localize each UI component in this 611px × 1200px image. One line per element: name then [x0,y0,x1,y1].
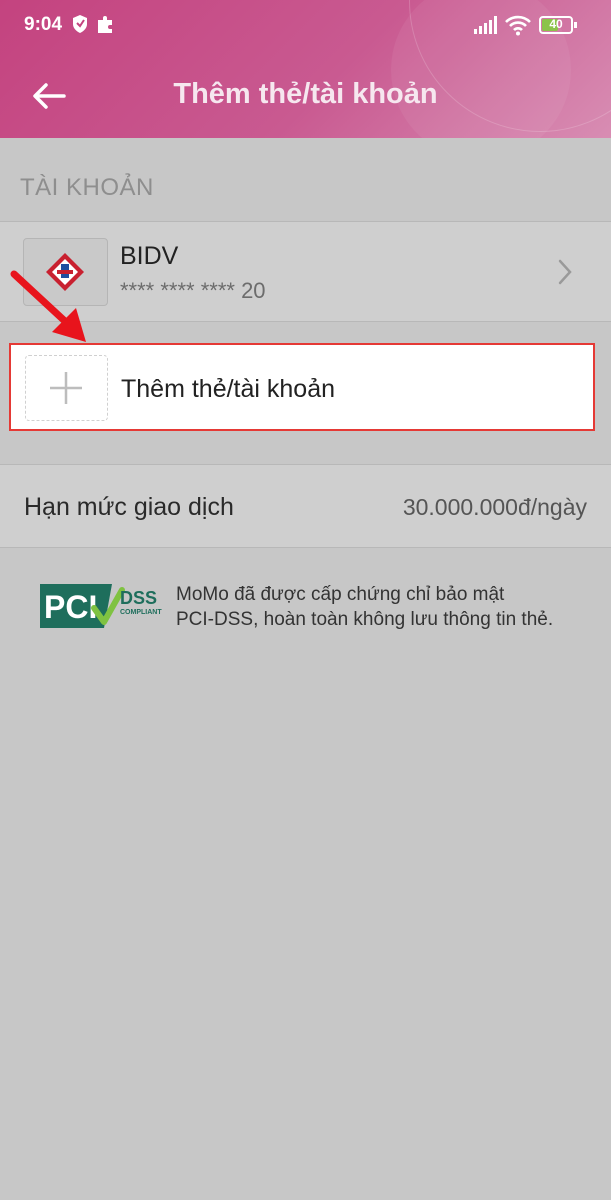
app-header: 9:04 40 Thêm thẻ/tài khoản [0,0,611,138]
bank-name: BIDV [120,242,179,270]
battery-level: 40 [549,17,563,31]
transaction-limit-row: Hạn mức giao dịch 30.000.000đ/ngày [0,464,611,548]
shield-icon [73,15,87,33]
status-bar: 9:04 40 [0,0,611,55]
plus-icon [50,372,82,404]
bank-logo [23,238,108,306]
battery-icon: 40 [539,16,577,34]
pci-notice: MoMo đã được cấp chứng chỉ bảo mật PCI-D… [176,582,596,632]
bidv-logo-icon [46,253,84,291]
limit-value: 30.000.000đ/ngày [402,494,587,520]
pci-notice-line1: MoMo đã được cấp chứng chỉ bảo mật [176,584,505,605]
pci-dss-logo: PCI DSS COMPLIANT [40,584,162,628]
signal-icon [474,16,497,34]
pci-logo-text: PCI [44,589,97,625]
wifi-icon [505,15,531,36]
pci-notice-line2: PCI-DSS, hoàn toàn không lưu thông tin t… [176,609,554,630]
limit-label: Hạn mức giao dịch [24,493,234,521]
nav-bar: Thêm thẻ/tài khoản [0,58,611,136]
add-account-button[interactable]: Thêm thẻ/tài khoản [9,343,595,431]
pci-compliant-text: COMPLIANT [120,609,162,616]
chevron-right-icon [558,259,572,285]
pci-dss-text: DSS [120,588,157,608]
linked-account-row[interactable]: BIDV **** **** **** 20 [0,221,611,322]
section-label: TÀI KHOẢN [20,174,154,201]
battery-tip [574,22,577,28]
status-time: 9:04 [24,14,63,35]
page-title: Thêm thẻ/tài khoản [173,78,438,110]
puzzle-icon [98,16,112,33]
masked-account-number: **** **** **** 20 [120,278,266,303]
add-placeholder-box [25,355,108,421]
add-account-label: Thêm thẻ/tài khoản [121,375,336,403]
